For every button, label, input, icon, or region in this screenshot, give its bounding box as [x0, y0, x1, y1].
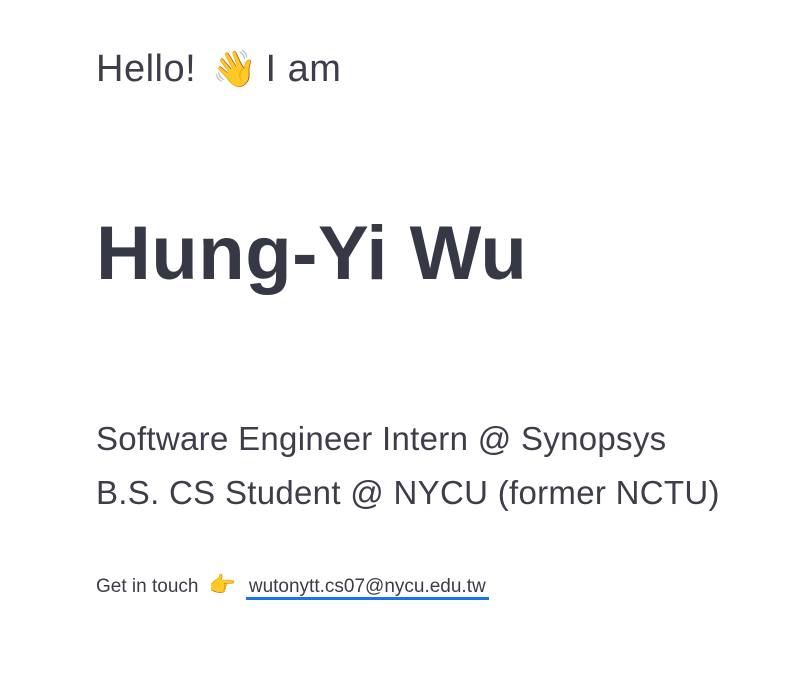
email-link[interactable]: wutonytt.cs07@nycu.edu.tw: [245, 576, 489, 600]
waving-hand-icon: 👋: [212, 49, 258, 90]
greeting-prefix: Hello!: [96, 48, 197, 90]
role-line-education: B.S. CS Student @ NYCU (former NCTU): [96, 474, 720, 511]
contact-label: Get in touch: [96, 576, 199, 597]
person-name: Hung-Yi Wu: [96, 211, 528, 296]
pointing-hand-icon: 👉: [208, 573, 236, 598]
contact-line: Get in touch 👉 wutonytt.cs07@nycu.edu.tw: [96, 568, 489, 605]
greeting-line: Hello! 👋 I am: [96, 44, 341, 95]
role-line-job: Software Engineer Intern @ Synopsys: [96, 420, 667, 457]
greeting-suffix: I am: [265, 48, 342, 90]
roles-block: Software Engineer Intern @ Synopsys B.S.…: [96, 412, 720, 520]
